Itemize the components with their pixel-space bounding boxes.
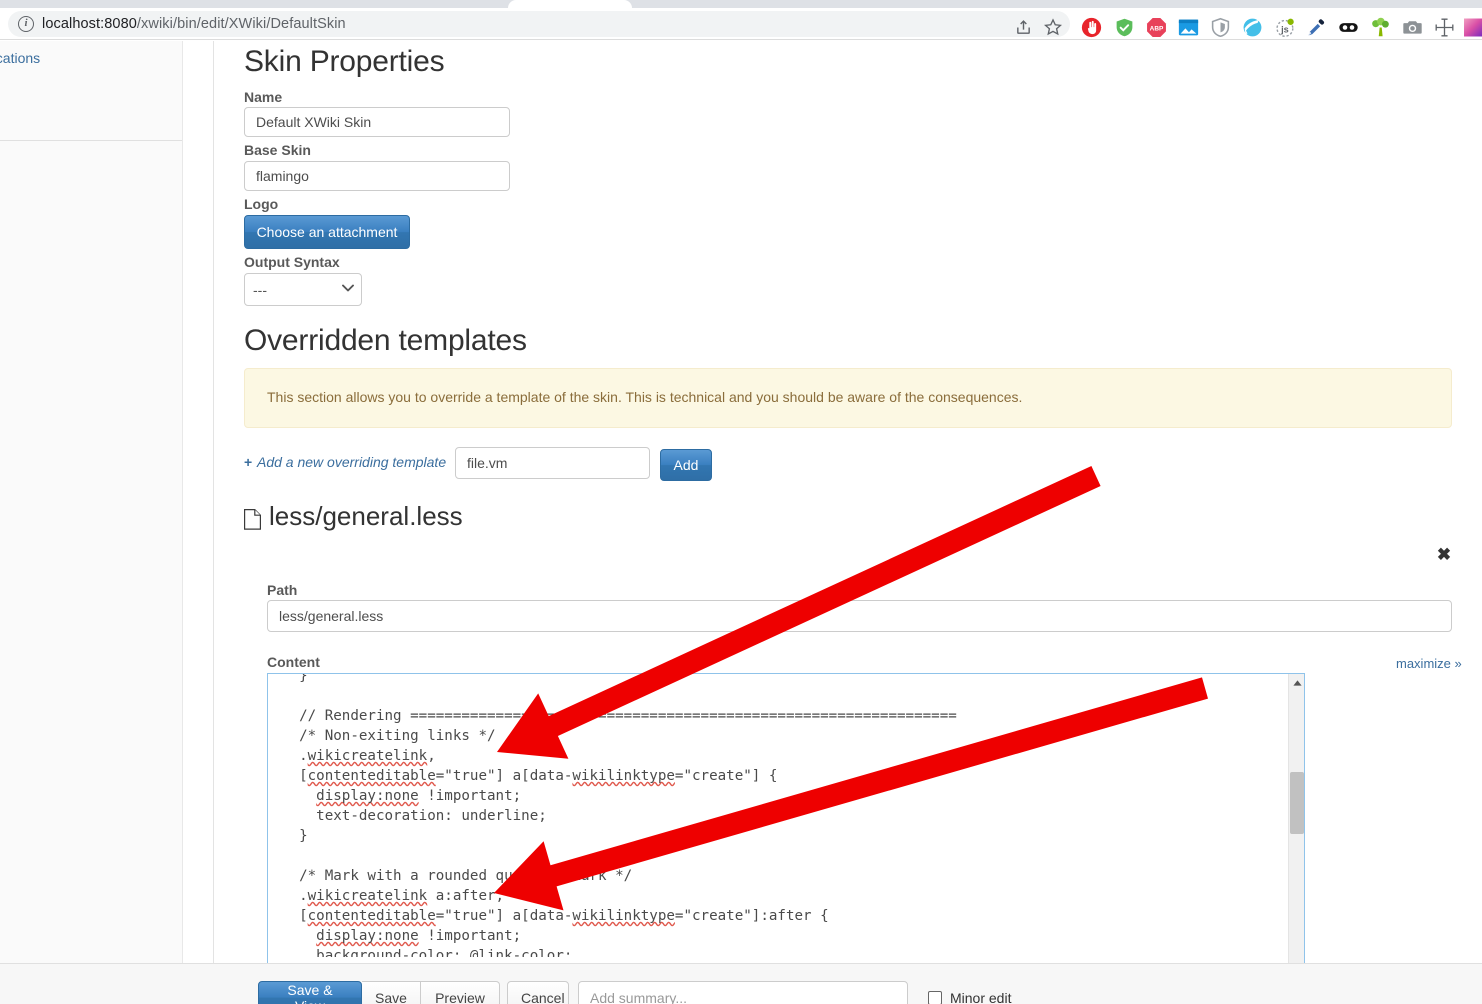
overridden-templates-title: Overridden templates bbox=[244, 324, 527, 357]
browser-tab-strip[interactable] bbox=[0, 0, 1482, 8]
adblock-plus-extension-icon[interactable]: ABP bbox=[1145, 16, 1167, 38]
move-crosshair-extension-icon[interactable] bbox=[1433, 16, 1455, 38]
svg-text:js: js bbox=[1280, 24, 1289, 34]
cancel-button[interactable]: Cancel bbox=[507, 981, 569, 1004]
sidebar-item-applications[interactable]: pplications bbox=[0, 50, 40, 66]
url-text: localhost:8080/xwiki/bin/edit/XWiki/Defa… bbox=[42, 16, 346, 32]
path-input[interactable] bbox=[267, 600, 1452, 632]
sidebar: pplications on bbox=[0, 41, 183, 963]
path-label: Path bbox=[267, 582, 298, 598]
share-icon[interactable] bbox=[1012, 16, 1034, 38]
broccoli-extension-icon[interactable] bbox=[1369, 16, 1391, 38]
preview-button[interactable]: Preview bbox=[421, 981, 500, 1004]
url-path: /xwiki/bin/edit/XWiki/DefaultSkin bbox=[136, 16, 346, 32]
scrollbar-thumb[interactable] bbox=[1290, 772, 1304, 834]
eyedropper-colorpicker-extension-icon[interactable] bbox=[1305, 16, 1327, 38]
new-template-input[interactable] bbox=[455, 447, 650, 479]
choose-attachment-button[interactable]: Choose an attachment bbox=[244, 215, 410, 249]
url-host: localhost:8080 bbox=[42, 16, 137, 32]
eyes-extension-icon[interactable] bbox=[1337, 16, 1359, 38]
name-input[interactable] bbox=[244, 107, 510, 137]
bookmark-star-icon[interactable] bbox=[1042, 16, 1064, 38]
minor-edit-group: Minor edit bbox=[928, 981, 1011, 1004]
wave-extension-icon[interactable] bbox=[1241, 16, 1263, 38]
override-notice-text: This section allows you to override a te… bbox=[267, 389, 1023, 405]
output-syntax-label: Output Syntax bbox=[244, 254, 340, 270]
ublock-shield-extension-icon[interactable] bbox=[1209, 16, 1231, 38]
xwiki-page: pplications on Skin Properties Name Base… bbox=[0, 41, 1482, 1004]
javascript-toggle-extension-icon[interactable]: js bbox=[1273, 16, 1295, 38]
content-area: Skin Properties Name Base Skin Logo Choo… bbox=[214, 41, 1482, 965]
info-circle-icon[interactable]: i bbox=[18, 16, 34, 32]
minor-edit-label[interactable]: Minor edit bbox=[950, 990, 1011, 1004]
add-overriding-template-link[interactable]: Add a new overriding template bbox=[244, 454, 446, 470]
content-textarea[interactable]: } // Rendering =========================… bbox=[267, 673, 1305, 965]
override-template-block: less/general.less ✖ Path Content maximiz… bbox=[214, 496, 1482, 965]
minor-edit-checkbox[interactable] bbox=[928, 990, 942, 1004]
address-bar[interactable]: i localhost:8080/xwiki/bin/edit/XWiki/De… bbox=[8, 11, 1070, 37]
document-file-icon bbox=[244, 509, 261, 530]
window-capture-extension-icon[interactable] bbox=[1177, 16, 1199, 38]
opera-adblock-extension-icon[interactable] bbox=[1080, 16, 1102, 38]
content-scrollbar[interactable] bbox=[1288, 674, 1304, 964]
edit-footer-toolbar: Save & View Save Preview Cancel Minor ed… bbox=[0, 963, 1482, 1004]
content-code-text[interactable]: } // Rendering =========================… bbox=[268, 674, 1288, 957]
summary-input[interactable] bbox=[578, 981, 908, 1004]
save-button[interactable]: Save bbox=[362, 981, 421, 1004]
override-file-title: less/general.less bbox=[269, 501, 463, 531]
logo-label: Logo bbox=[244, 196, 279, 212]
sidebar-divider bbox=[0, 140, 182, 141]
close-icon[interactable]: ✖ bbox=[1433, 543, 1455, 565]
maximize-link[interactable]: maximize » bbox=[1396, 656, 1462, 671]
name-label: Name bbox=[244, 89, 283, 105]
add-template-row: + Add a new overriding template Add bbox=[244, 445, 944, 485]
add-button[interactable]: Add bbox=[660, 449, 712, 481]
content-gutter bbox=[184, 41, 214, 963]
browser-tab-active[interactable] bbox=[508, 0, 632, 8]
scroll-up-arrow-icon[interactable] bbox=[1289, 674, 1304, 691]
base-skin-input[interactable] bbox=[244, 161, 510, 191]
gradient-swatch-extension-icon[interactable] bbox=[1464, 16, 1482, 38]
override-notice-box: This section allows you to override a te… bbox=[244, 368, 1452, 428]
page-title: Skin Properties bbox=[244, 45, 445, 78]
browser-tab-inactive[interactable] bbox=[1076, 0, 1276, 8]
save-and-view-button[interactable]: Save & View bbox=[258, 981, 362, 1004]
screenshot-camera-extension-icon[interactable] bbox=[1401, 16, 1423, 38]
shield-check-extension-icon[interactable] bbox=[1113, 16, 1135, 38]
browser-toolbar: i localhost:8080/xwiki/bin/edit/XWiki/De… bbox=[0, 8, 1482, 40]
svg-text:ABP: ABP bbox=[1149, 25, 1163, 32]
output-syntax-select[interactable]: --- bbox=[244, 273, 362, 306]
base-skin-label: Base Skin bbox=[244, 142, 311, 158]
content-label: Content bbox=[267, 654, 320, 670]
